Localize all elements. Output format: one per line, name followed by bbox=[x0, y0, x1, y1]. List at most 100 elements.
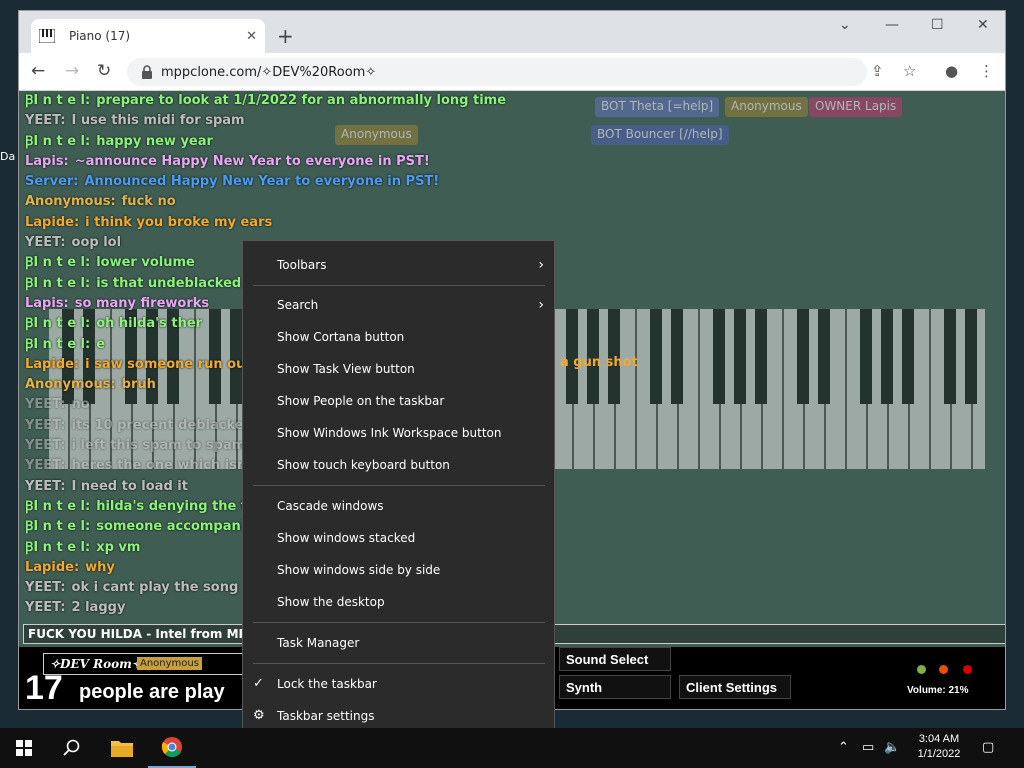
chat-text: bruh bbox=[121, 377, 156, 393]
chat-text: happy new year bbox=[96, 133, 213, 149]
chat-message: Lapide: i think you broke my ears bbox=[25, 213, 665, 233]
chat-text: Announced Happy New Year to everyone in … bbox=[84, 174, 440, 190]
tray-chevron-up-icon[interactable]: ⌃ bbox=[838, 740, 849, 755]
menu-separator bbox=[253, 485, 545, 486]
menu-item-toolbars[interactable]: Toolbars › bbox=[243, 251, 554, 279]
chat-author: ꞴI n t e l: bbox=[25, 316, 91, 332]
chat-author: ꞴI n t e l: bbox=[25, 498, 91, 514]
piano-black-key[interactable] bbox=[860, 309, 872, 404]
status-dot-orange bbox=[939, 665, 948, 674]
piano-black-key[interactable] bbox=[944, 309, 956, 404]
search-icon[interactable] bbox=[48, 728, 96, 768]
file-explorer-icon[interactable] bbox=[98, 728, 146, 768]
forward-icon[interactable]: → bbox=[65, 61, 79, 81]
user-badge[interactable]: Anonymous bbox=[725, 97, 808, 117]
chat-overflow-text: a gun shot bbox=[560, 355, 638, 370]
close-window-icon[interactable]: ✕ bbox=[977, 17, 989, 33]
chat-text: e bbox=[96, 336, 106, 352]
chat-author: ꞴI n t e l: bbox=[25, 93, 91, 108]
piano-black-key[interactable] bbox=[902, 309, 914, 404]
tab-close-icon[interactable]: ✕ bbox=[246, 29, 257, 44]
chat-author: YEET: bbox=[25, 458, 66, 474]
menu-item-cascade-windows[interactable]: Cascade windows bbox=[243, 492, 554, 520]
network-icon[interactable]: ▭ bbox=[862, 740, 874, 755]
menu-item-lock-the-taskbar[interactable]: ✓ Lock the taskbar bbox=[243, 670, 554, 698]
menu-item-label: Show windows stacked bbox=[277, 531, 416, 545]
menu-item-show-windows-stacked[interactable]: Show windows stacked bbox=[243, 524, 554, 552]
browser-toolbar: ← → ↻ mppclone.com/✧DEV%20Room✧ ⇪ ☆ ● ⋮ bbox=[19, 53, 1005, 91]
tab-search-chevron-icon[interactable]: ⌄ bbox=[839, 17, 851, 33]
chat-author: ꞴI n t e l: bbox=[25, 539, 91, 555]
menu-item-show-windows-side-by-side[interactable]: Show windows side by side bbox=[243, 556, 554, 584]
volume-label[interactable]: Volume: 21% bbox=[907, 685, 969, 696]
chat-text: is that undeblacked bbox=[96, 275, 242, 291]
user-badge[interactable]: OWNER Lapis bbox=[809, 97, 903, 117]
piano-black-key[interactable] bbox=[671, 309, 683, 404]
bookmark-star-icon[interactable]: ☆ bbox=[903, 62, 916, 80]
menu-item-show-people-on-the-taskbar[interactable]: Show People on the taskbar bbox=[243, 387, 554, 415]
menu-item-label: Show People on the taskbar bbox=[277, 394, 445, 408]
chat-author: ꞴI n t e l: bbox=[25, 519, 91, 535]
back-icon[interactable]: ← bbox=[31, 61, 45, 81]
menu-item-label: Taskbar settings bbox=[277, 709, 375, 723]
sound-select-button[interactable]: Sound Select bbox=[559, 647, 671, 671]
share-icon[interactable]: ⇪ bbox=[871, 62, 884, 80]
menu-item-label: Show windows side by side bbox=[277, 563, 441, 577]
chat-text: fuck no bbox=[121, 194, 176, 210]
chat-author: Anonymous: bbox=[25, 194, 116, 210]
address-bar[interactable]: mppclone.com/✧DEV%20Room✧ bbox=[127, 58, 867, 86]
user-count: 17 bbox=[25, 669, 63, 707]
lock-icon bbox=[141, 65, 153, 79]
client-settings-button[interactable]: Client Settings bbox=[679, 675, 791, 699]
own-name-tag: Anonymous bbox=[137, 657, 202, 670]
tab-piano[interactable]: Piano (17) ✕ bbox=[31, 19, 265, 53]
piano-black-key[interactable] bbox=[797, 309, 809, 404]
reload-icon[interactable]: ↻ bbox=[97, 61, 111, 81]
chat-text: so many fireworks bbox=[74, 295, 210, 311]
piano-black-key[interactable] bbox=[881, 309, 893, 404]
chat-author: YEET: bbox=[25, 113, 66, 129]
system-clock[interactable]: 3:04 AM 1/1/2022 bbox=[904, 732, 974, 762]
volume-muted-icon[interactable]: 🔈 bbox=[884, 740, 900, 755]
menu-item-show-task-view-button[interactable]: Show Task View button bbox=[243, 355, 554, 383]
menu-item-show-touch-keyboard-button[interactable]: Show touch keyboard button bbox=[243, 451, 554, 479]
clock-time: 3:04 AM bbox=[918, 733, 960, 745]
chat-text: oop lol bbox=[71, 235, 122, 251]
new-tab-icon[interactable]: + bbox=[277, 24, 294, 48]
chat-text: hilda's denying the t bbox=[96, 498, 248, 514]
menu-item-search[interactable]: Search › bbox=[243, 291, 554, 319]
menu-item-show-cortana-button[interactable]: Show Cortana button bbox=[243, 323, 554, 351]
piano-black-key[interactable] bbox=[713, 309, 725, 404]
chat-author: YEET: bbox=[25, 235, 66, 251]
piano-black-key[interactable] bbox=[734, 309, 746, 404]
profile-avatar-icon[interactable]: ● bbox=[945, 62, 958, 80]
chat-message: Lapis: ~announce Happy New Year to everyo… bbox=[25, 152, 665, 172]
chat-text: oh hilda's ther bbox=[96, 316, 203, 332]
chat-author: Lapide: bbox=[25, 214, 80, 230]
chat-text: heres the one which isnt bbox=[71, 458, 253, 474]
start-button[interactable] bbox=[0, 728, 48, 768]
browser-menu-icon[interactable]: ⋮ bbox=[979, 62, 994, 80]
synth-button[interactable]: Synth bbox=[559, 675, 671, 699]
chat-text: ~announce Happy New Year to everyone in … bbox=[74, 153, 430, 169]
maximize-icon[interactable]: ☐ bbox=[931, 17, 944, 33]
menu-item-show-windows-ink-workspace-button[interactable]: Show Windows Ink Workspace button bbox=[243, 419, 554, 447]
chat-author: Anonymous: bbox=[25, 377, 116, 393]
menu-item-show-the-desktop[interactable]: Show the desktop bbox=[243, 588, 554, 616]
chrome-icon[interactable] bbox=[148, 728, 196, 768]
menu-item-label: Toolbars bbox=[277, 258, 327, 272]
chat-text: i saw someone run out bbox=[85, 356, 252, 372]
playing-text: people are play bbox=[79, 681, 225, 703]
minimize-icon[interactable]: — bbox=[885, 17, 899, 33]
chat-text: its 10 precent deblacked bbox=[71, 417, 253, 433]
chat-message: YEET: I use this midi for spam bbox=[25, 111, 665, 131]
chevron-right-icon: › bbox=[538, 297, 544, 313]
menu-item-task-manager[interactable]: Task Manager bbox=[243, 629, 554, 657]
chat-text: lower volume bbox=[96, 255, 195, 271]
piano-black-key[interactable] bbox=[818, 309, 830, 404]
menu-item-taskbar-settings[interactable]: ⚙ Taskbar settings bbox=[243, 702, 554, 730]
piano-black-key[interactable] bbox=[965, 309, 977, 404]
action-center-icon[interactable]: ▢ bbox=[982, 740, 994, 755]
piano-black-key[interactable] bbox=[755, 309, 767, 404]
chat-author: YEET: bbox=[25, 397, 66, 413]
